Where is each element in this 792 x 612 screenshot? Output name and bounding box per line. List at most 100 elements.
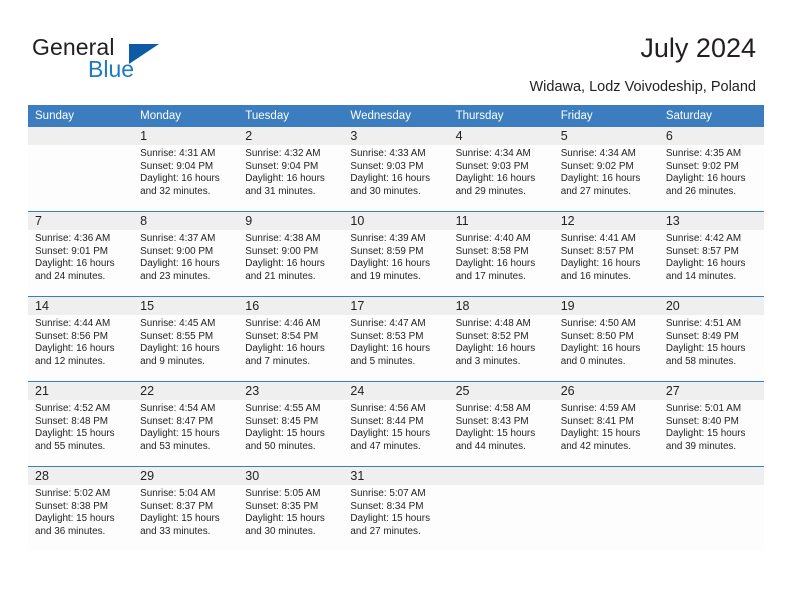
day-cell-inner: 25 Sunrise: 4:58 AM Sunset: 8:43 PM Dayligh… bbox=[448, 382, 554, 466]
calendar-day-cell[interactable]: 3 Sunrise: 4:33 AM Sunset: 9:03 PM Daylight… bbox=[343, 127, 449, 212]
day-cell-inner: 19 Sunrise: 4:50 AM Sunset: 8:50 PM Dayligh… bbox=[553, 297, 659, 381]
calendar-day-cell[interactable]: 1 Sunrise: 4:31 AM Sunset: 9:04 PM Daylight… bbox=[133, 127, 239, 212]
daylight-text-line2: and 30 minutes. bbox=[245, 525, 316, 537]
day-number: 11 bbox=[448, 212, 554, 230]
calendar-day-cell[interactable]: 8 Sunrise: 4:37 AM Sunset: 9:00 PM Daylight… bbox=[133, 211, 239, 297]
calendar-day-cell[interactable]: 30 Sunrise: 5:05 AM Sunset: 8:35 PM Dayligh… bbox=[238, 466, 344, 551]
calendar-week-row: 21 Sunrise: 4:52 AM Sunset: 8:48 PM Dayligh… bbox=[28, 381, 764, 467]
daylight-text-line2: and 3 minutes. bbox=[455, 355, 521, 367]
sunset-text: Sunset: 8:54 PM bbox=[245, 330, 319, 342]
calendar-day-cell[interactable]: 7 Sunrise: 4:36 AM Sunset: 9:01 PM Daylight… bbox=[28, 211, 134, 297]
calendar-day-cell[interactable]: 10 Sunrise: 4:39 AM Sunset: 8:59 PM Dayligh… bbox=[343, 211, 449, 297]
sunrise-text: Sunrise: 4:44 AM bbox=[35, 318, 111, 329]
calendar-week-row: 1 Sunrise: 4:31 AM Sunset: 9:04 PM Daylight… bbox=[28, 127, 764, 212]
day-number: 13 bbox=[658, 212, 764, 230]
calendar-day-cell[interactable]: 16 Sunrise: 4:46 AM Sunset: 8:54 PM Dayligh… bbox=[238, 296, 344, 382]
day-number: 23 bbox=[238, 382, 344, 400]
day-cell-inner: 3 Sunrise: 4:33 AM Sunset: 9:03 PM Daylight… bbox=[343, 127, 449, 211]
calendar-day-cell[interactable]: 2 Sunrise: 4:32 AM Sunset: 9:04 PM Daylight… bbox=[238, 127, 344, 212]
sunrise-text: Sunrise: 4:59 AM bbox=[560, 403, 636, 414]
calendar-week-row: 7 Sunrise: 4:36 AM Sunset: 9:01 PM Daylight… bbox=[28, 211, 764, 297]
calendar-day-cell[interactable]: 17 Sunrise: 4:47 AM Sunset: 8:53 PM Dayligh… bbox=[343, 296, 449, 382]
calendar-day-cell[interactable]: 28 Sunrise: 5:02 AM Sunset: 8:38 PM Dayligh… bbox=[28, 466, 134, 551]
sunset-text: Sunset: 9:00 PM bbox=[245, 245, 319, 257]
daylight-text-line2: and 17 minutes. bbox=[455, 270, 526, 282]
daylight-text-line2: and 0 minutes. bbox=[560, 355, 626, 367]
day-number: 9 bbox=[238, 212, 344, 230]
day-number: 24 bbox=[343, 382, 449, 400]
calendar-day-cell[interactable]: 25 Sunrise: 4:58 AM Sunset: 8:43 PM Dayligh… bbox=[448, 381, 554, 467]
day-number: 4 bbox=[448, 127, 554, 145]
calendar-day-cell[interactable]: 22 Sunrise: 4:54 AM Sunset: 8:47 PM Dayligh… bbox=[133, 381, 239, 467]
day-number: 31 bbox=[343, 467, 449, 485]
sunrise-text: Sunrise: 5:05 AM bbox=[245, 488, 321, 499]
day-sun-info: Sunrise: 5:07 AM Sunset: 8:34 PM Daylight:… bbox=[343, 485, 448, 538]
calendar-day-cell[interactable]: 31 Sunrise: 5:07 AM Sunset: 8:34 PM Dayligh… bbox=[343, 466, 449, 551]
sunset-text: Sunset: 8:50 PM bbox=[560, 330, 634, 342]
daylight-text-line1: Daylight: 15 hours bbox=[560, 428, 641, 440]
calendar-day-cell[interactable]: 4 Sunrise: 4:34 AM Sunset: 9:03 PM Daylight… bbox=[448, 127, 554, 212]
daylight-text-line1: Daylight: 16 hours bbox=[455, 258, 536, 270]
calendar-day-cell[interactable]: 23 Sunrise: 4:55 AM Sunset: 8:45 PM Dayligh… bbox=[238, 381, 344, 467]
calendar-day-cell[interactable]: 20 Sunrise: 4:51 AM Sunset: 8:49 PM Dayligh… bbox=[658, 296, 764, 382]
day-cell-inner bbox=[553, 467, 659, 551]
day-cell-inner: 8 Sunrise: 4:37 AM Sunset: 9:00 PM Daylight… bbox=[133, 212, 239, 296]
calendar-day-cell[interactable]: 24 Sunrise: 4:56 AM Sunset: 8:44 PM Dayligh… bbox=[343, 381, 449, 467]
daylight-text-line1: Daylight: 16 hours bbox=[350, 258, 431, 270]
day-number: 28 bbox=[28, 467, 134, 485]
calendar-day-cell[interactable]: 5 Sunrise: 4:34 AM Sunset: 9:02 PM Daylight… bbox=[553, 127, 659, 212]
calendar-day-cell[interactable]: 11 Sunrise: 4:40 AM Sunset: 8:58 PM Dayligh… bbox=[448, 211, 554, 297]
daylight-text-line1: Daylight: 16 hours bbox=[140, 258, 220, 270]
sunrise-text: Sunrise: 4:41 AM bbox=[560, 233, 636, 244]
daylight-text-line2: and 16 minutes. bbox=[560, 270, 631, 282]
day-number: 22 bbox=[133, 382, 239, 400]
calendar-day-cell[interactable]: 6 Sunrise: 4:35 AM Sunset: 9:02 PM Daylight… bbox=[658, 127, 764, 212]
daylight-text-line2: and 30 minutes. bbox=[350, 185, 421, 197]
calendar-day-cell[interactable]: 14 Sunrise: 4:44 AM Sunset: 8:56 PM Dayligh… bbox=[28, 296, 134, 382]
calendar-day-cell[interactable]: 26 Sunrise: 4:59 AM Sunset: 8:41 PM Dayligh… bbox=[553, 381, 659, 467]
daylight-text-line2: and 5 minutes. bbox=[350, 355, 416, 367]
day-cell-inner: 21 Sunrise: 4:52 AM Sunset: 8:48 PM Dayligh… bbox=[28, 382, 134, 466]
sunset-text: Sunset: 8:41 PM bbox=[560, 415, 634, 427]
day-cell-inner bbox=[448, 467, 554, 551]
day-cell-inner: 12 Sunrise: 4:41 AM Sunset: 8:57 PM Dayligh… bbox=[553, 212, 659, 296]
calendar-day-cell[interactable]: 19 Sunrise: 4:50 AM Sunset: 8:50 PM Dayligh… bbox=[553, 296, 659, 382]
sunset-text: Sunset: 8:40 PM bbox=[665, 415, 739, 427]
sunrise-text: Sunrise: 4:50 AM bbox=[560, 318, 636, 329]
sunset-text: Sunset: 9:01 PM bbox=[35, 245, 109, 257]
calendar-week-row: 14 Sunrise: 4:44 AM Sunset: 8:56 PM Dayligh… bbox=[28, 296, 764, 382]
sunrise-text: Sunrise: 4:33 AM bbox=[350, 148, 426, 159]
day-number: 29 bbox=[133, 467, 239, 485]
calendar-day-cell[interactable]: 9 Sunrise: 4:38 AM Sunset: 9:00 PM Daylight… bbox=[238, 211, 344, 297]
day-cell-inner: 10 Sunrise: 4:39 AM Sunset: 8:59 PM Dayligh… bbox=[343, 212, 449, 296]
calendar-day-cell[interactable]: 12 Sunrise: 4:41 AM Sunset: 8:57 PM Dayligh… bbox=[553, 211, 659, 297]
day-sun-info: Sunrise: 4:32 AM Sunset: 9:04 PM Daylight:… bbox=[238, 145, 343, 198]
day-cell-inner: 7 Sunrise: 4:36 AM Sunset: 9:01 PM Daylight… bbox=[28, 212, 134, 296]
day-cell-inner: 4 Sunrise: 4:34 AM Sunset: 9:03 PM Daylight… bbox=[448, 127, 554, 211]
daylight-text-line1: Daylight: 15 hours bbox=[245, 428, 325, 440]
day-cell-inner: 9 Sunrise: 4:38 AM Sunset: 9:00 PM Daylight… bbox=[238, 212, 344, 296]
calendar-day-cell[interactable]: 15 Sunrise: 4:45 AM Sunset: 8:55 PM Dayligh… bbox=[133, 296, 239, 382]
sunset-text: Sunset: 8:37 PM bbox=[140, 500, 214, 512]
calendar-day-cell[interactable]: 13 Sunrise: 4:42 AM Sunset: 8:57 PM Dayligh… bbox=[658, 211, 764, 297]
daylight-text-line2: and 29 minutes. bbox=[455, 185, 526, 197]
calendar-day-cell[interactable]: 18 Sunrise: 4:48 AM Sunset: 8:52 PM Dayligh… bbox=[448, 296, 554, 382]
daylight-text-line1: Daylight: 15 hours bbox=[455, 428, 536, 440]
daylight-text-line2: and 32 minutes. bbox=[140, 185, 211, 197]
calendar-day-cell[interactable]: 27 Sunrise: 5:01 AM Sunset: 8:40 PM Dayligh… bbox=[658, 381, 764, 467]
sunset-text: Sunset: 8:52 PM bbox=[455, 330, 529, 342]
calendar-day-cell[interactable]: 29 Sunrise: 5:04 AM Sunset: 8:37 PM Dayligh… bbox=[133, 466, 239, 551]
day-sun-info: Sunrise: 4:37 AM Sunset: 9:00 PM Daylight:… bbox=[133, 230, 238, 283]
day-number: 12 bbox=[553, 212, 659, 230]
sunset-text: Sunset: 8:44 PM bbox=[350, 415, 424, 427]
general-blue-logo[interactable]: General Blue bbox=[32, 34, 242, 88]
calendar-day-cell[interactable]: 21 Sunrise: 4:52 AM Sunset: 8:48 PM Dayligh… bbox=[28, 381, 134, 467]
day-sun-info: Sunrise: 4:44 AM Sunset: 8:56 PM Daylight:… bbox=[28, 315, 133, 368]
day-number: 5 bbox=[553, 127, 659, 145]
calendar-header-row: Sunday Monday Tuesday Wednesday Thursday Frid… bbox=[28, 105, 764, 127]
sunrise-text: Sunrise: 4:34 AM bbox=[560, 148, 636, 159]
calendar-week-row: 28 Sunrise: 5:02 AM Sunset: 8:38 PM Dayligh… bbox=[28, 466, 764, 551]
daylight-text-line1: Daylight: 16 hours bbox=[140, 173, 220, 185]
day-sun-info: Sunrise: 4:31 AM Sunset: 9:04 PM Daylight:… bbox=[133, 145, 238, 198]
day-cell-inner: 29 Sunrise: 5:04 AM Sunset: 8:37 PM Dayligh… bbox=[133, 467, 239, 551]
